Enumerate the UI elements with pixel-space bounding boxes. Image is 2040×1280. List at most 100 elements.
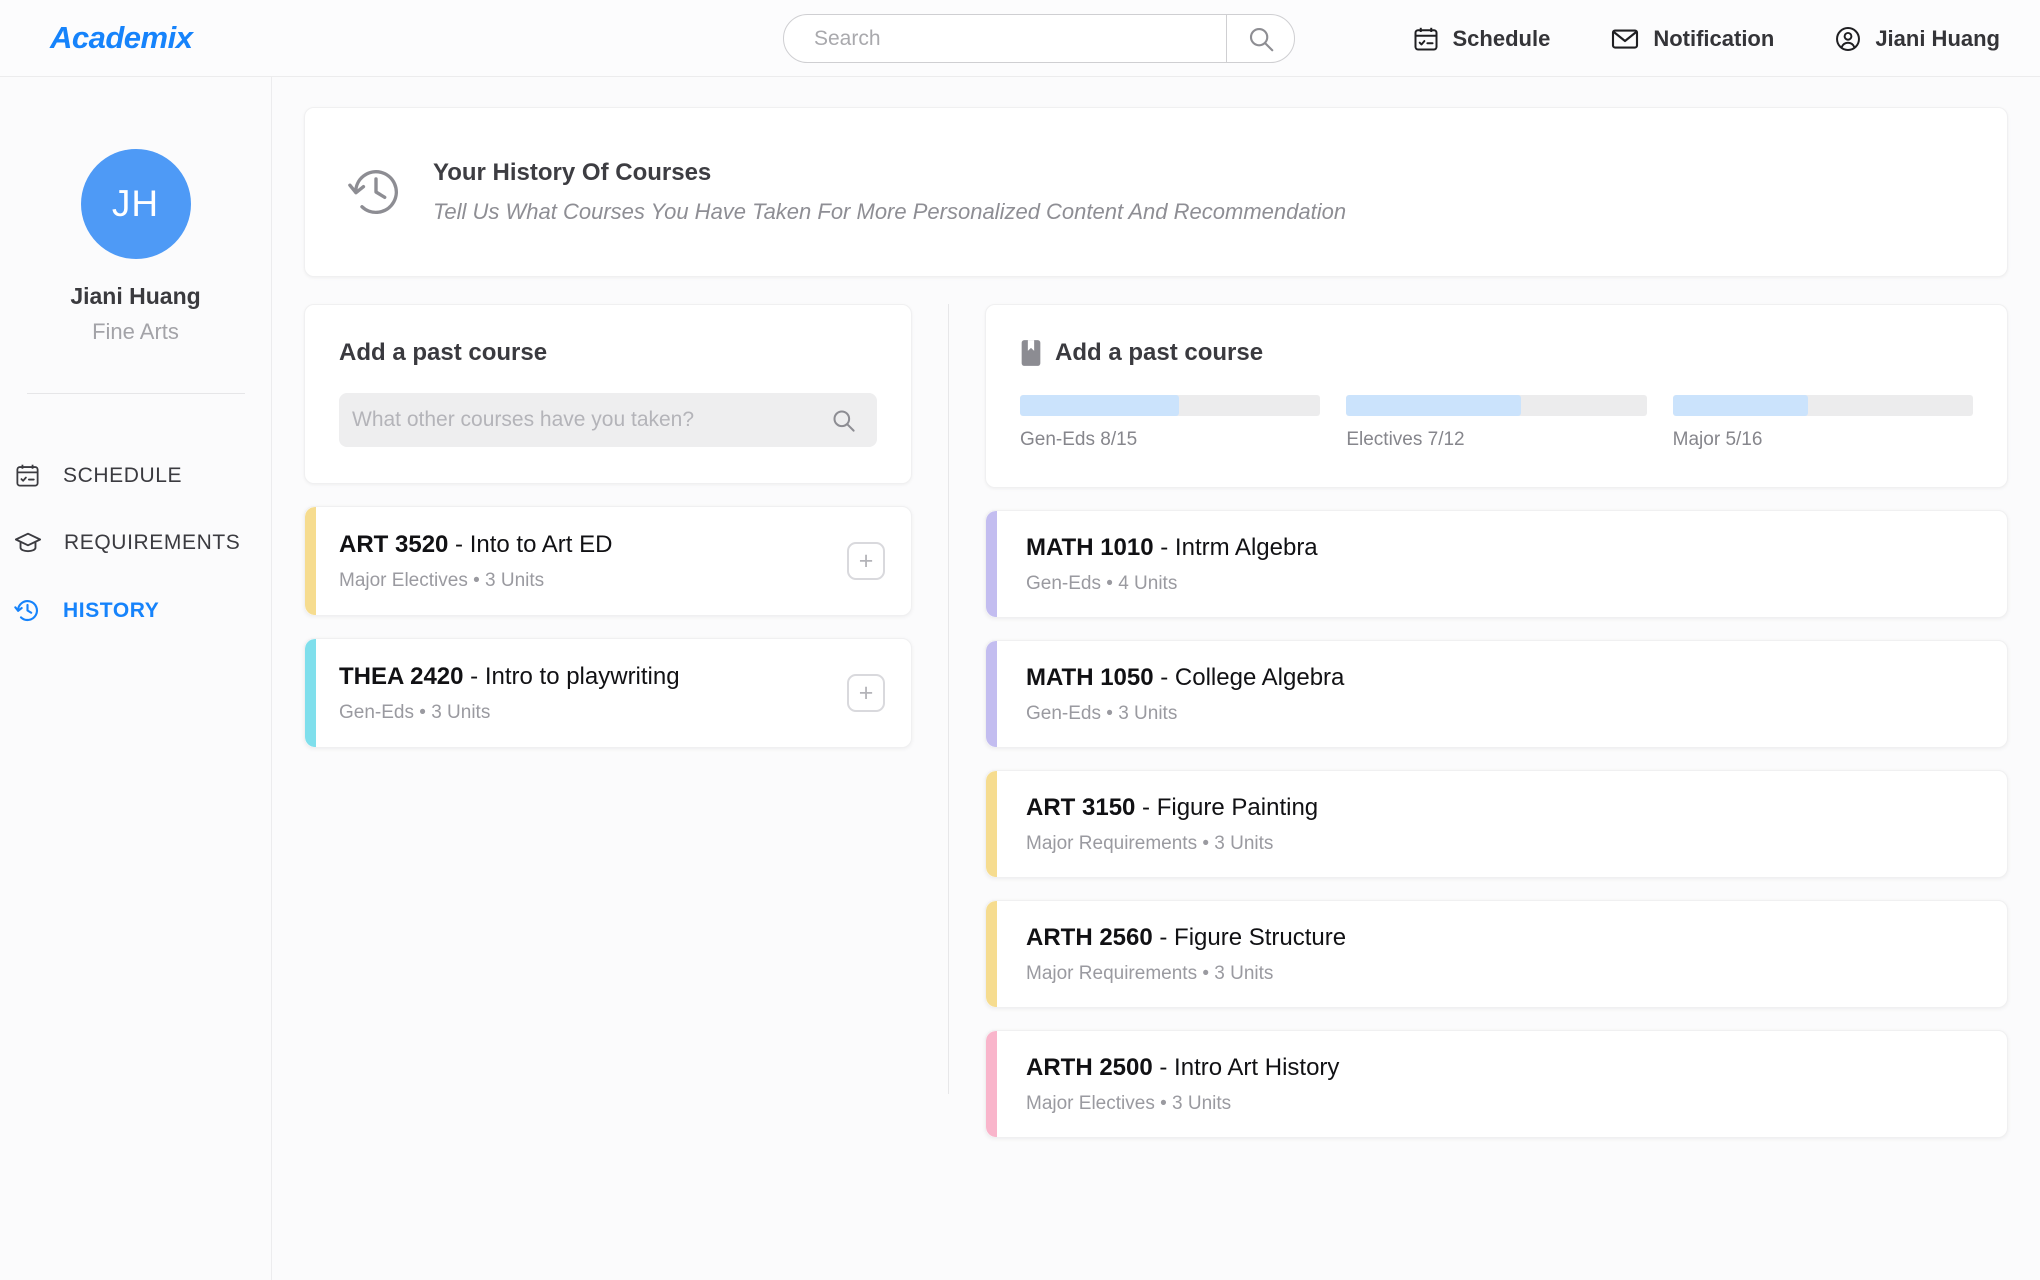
- app-logo[interactable]: Academix: [50, 20, 270, 56]
- header-nav: Schedule Notification Jiani Huang: [1412, 0, 2000, 77]
- progress-fill: [1346, 395, 1521, 416]
- table-row[interactable]: MATH 1050 - College Algebra Gen-Eds • 3 …: [985, 640, 2008, 748]
- graduation-cap-icon: [14, 529, 42, 557]
- column-divider: [948, 304, 949, 1094]
- table-row[interactable]: ART 3150 - Figure Painting Major Require…: [985, 770, 2008, 878]
- sidebar: JH Jiani Huang Fine Arts SCHEDULE REQUIR…: [0, 77, 272, 1280]
- course-separator: -: [1153, 663, 1175, 691]
- table-row[interactable]: THEA 2420 - Intro to playwriting Gen-Eds…: [304, 638, 912, 748]
- progress-fill: [1020, 395, 1180, 416]
- course-accent-bar: [986, 771, 997, 877]
- top-header: Academix Search Schedule Notification Ji…: [0, 0, 2040, 77]
- course-code: MATH 1050: [1026, 663, 1154, 691]
- course-code: ARTH 2500: [1026, 1053, 1153, 1081]
- nav-user-profile[interactable]: Jiani Huang: [1834, 25, 2000, 53]
- sidebar-item-history[interactable]: HISTORY: [0, 577, 271, 644]
- table-row[interactable]: MATH 1010 - Intrm Algebra Gen-Eds • 4 Un…: [985, 510, 2008, 618]
- search-icon: [1246, 24, 1276, 54]
- nav-schedule[interactable]: Schedule: [1412, 25, 1551, 53]
- course-meta: Gen-Eds • 3 Units: [339, 701, 491, 723]
- sidebar-divider: [26, 393, 245, 394]
- sidebar-user-name: Jiani Huang: [70, 283, 201, 309]
- banner-subtitle: Tell Us What Courses You Have Taken For …: [433, 199, 1347, 224]
- progress-track: [1672, 395, 1973, 416]
- main-content: Your History Of Courses Tell Us What Cou…: [272, 77, 2040, 1280]
- course-title: ART 3150 - Figure Painting: [1026, 794, 1981, 822]
- course-meta: Major Electives • 3 Units: [1026, 1092, 1232, 1114]
- course-name: Intro to playwriting: [484, 662, 680, 690]
- course-separator: -: [1153, 533, 1175, 561]
- progress-label: Major 5/16: [1672, 429, 1763, 450]
- sidebar-item-schedule[interactable]: SCHEDULE: [0, 442, 271, 509]
- sidebar-nav: SCHEDULE REQUIREMENTS HISTORY: [0, 442, 271, 644]
- nav-user-label: Jiani Huang: [1875, 25, 2000, 51]
- left-panel-title: Add a past course: [339, 339, 548, 366]
- add-course-button[interactable]: +: [847, 542, 885, 580]
- book-icon: [1020, 339, 1042, 367]
- banner-title: Your History Of Courses: [433, 159, 712, 186]
- search-submit-button[interactable]: [1226, 15, 1294, 62]
- content-columns: Add a past course What other courses hav…: [304, 304, 2008, 1160]
- add-past-course-panel-right: Add a past course Gen-Eds 8/15 Electives…: [985, 304, 2008, 488]
- avatar: JH: [80, 149, 191, 259]
- course-title: MATH 1010 - Intrm Algebra: [1026, 534, 1981, 562]
- progress-label: Gen-Eds 8/15: [1020, 429, 1138, 450]
- course-separator: -: [1152, 923, 1175, 951]
- right-course-list: MATH 1010 - Intrm Algebra Gen-Eds • 4 Un…: [985, 510, 2008, 1138]
- course-separator: -: [1152, 1053, 1175, 1081]
- sidebar-item-label: HISTORY: [63, 598, 160, 622]
- envelope-icon: [1610, 24, 1640, 54]
- course-code: ART 3150: [1026, 793, 1136, 821]
- table-row[interactable]: ARTH 2560 - Figure Structure Major Requi…: [985, 900, 2008, 1008]
- course-title: ARTH 2500 - Intro Art History: [1026, 1054, 1981, 1082]
- calendar-check-icon: [14, 462, 41, 489]
- search-input[interactable]: [784, 15, 1226, 62]
- add-past-course-panel-left: Add a past course: [304, 304, 912, 484]
- sidebar-item-label: SCHEDULE: [63, 463, 183, 487]
- course-separator: -: [448, 530, 470, 558]
- course-meta: Major Requirements • 3 Units: [1026, 962, 1274, 984]
- history-clock-icon: [14, 597, 41, 624]
- progress-major: Major 5/16: [1672, 395, 1973, 451]
- course-name: Figure Painting: [1156, 793, 1319, 821]
- course-accent-bar: [986, 1031, 997, 1137]
- course-name: Into to Art ED: [469, 530, 613, 558]
- table-row[interactable]: ART 3520 - Into to Art ED Major Elective…: [304, 506, 912, 616]
- course-accent-bar: [986, 901, 997, 1007]
- add-course-button[interactable]: +: [847, 674, 885, 712]
- table-row[interactable]: ARTH 2500 - Intro Art History Major Elec…: [985, 1030, 2008, 1138]
- past-course-search-input[interactable]: [352, 408, 830, 432]
- sidebar-item-label: REQUIREMENTS: [64, 531, 241, 554]
- past-course-search[interactable]: [339, 393, 877, 447]
- progress-fill: [1672, 395, 1808, 416]
- progress-gen-eds: Gen-Eds 8/15: [1020, 395, 1321, 451]
- course-meta: Gen-Eds • 4 Units: [1026, 572, 1178, 594]
- course-title: ARTH 2560 - Figure Structure: [1026, 924, 1981, 952]
- progress-track: [1020, 395, 1321, 416]
- course-code: ARTH 2560: [1026, 923, 1153, 951]
- progress-track: [1346, 395, 1647, 416]
- progress-label: Electives 7/12: [1346, 429, 1465, 450]
- course-code: ART 3520: [339, 530, 449, 558]
- course-separator: -: [1135, 793, 1157, 821]
- history-clock-icon: [347, 163, 405, 221]
- course-name: Figure Structure: [1174, 923, 1347, 951]
- sidebar-item-requirements[interactable]: REQUIREMENTS: [0, 509, 271, 577]
- course-meta: Major Electives • 3 Units: [339, 569, 545, 591]
- sidebar-user-major: Fine Arts: [92, 319, 179, 344]
- course-name: College Algebra: [1174, 663, 1345, 691]
- right-panel-title-row: Add a past course: [1020, 339, 1973, 367]
- nav-schedule-label: Schedule: [1452, 25, 1551, 51]
- course-title: THEA 2420 - Intro to playwriting: [339, 663, 847, 691]
- left-course-list: ART 3520 - Into to Art ED Major Elective…: [304, 506, 912, 748]
- global-search[interactable]: [783, 14, 1295, 63]
- search-icon: [830, 407, 857, 434]
- course-separator: -: [463, 662, 485, 690]
- right-panel-title: Add a past course: [1055, 339, 1264, 366]
- nav-notification[interactable]: Notification: [1610, 24, 1774, 54]
- user-circle-icon: [1834, 25, 1862, 53]
- right-column: Add a past course Gen-Eds 8/15 Electives…: [985, 304, 2008, 1160]
- course-accent-bar: [305, 639, 316, 747]
- history-banner: Your History Of Courses Tell Us What Cou…: [304, 107, 2008, 277]
- course-code: THEA 2420: [339, 662, 464, 690]
